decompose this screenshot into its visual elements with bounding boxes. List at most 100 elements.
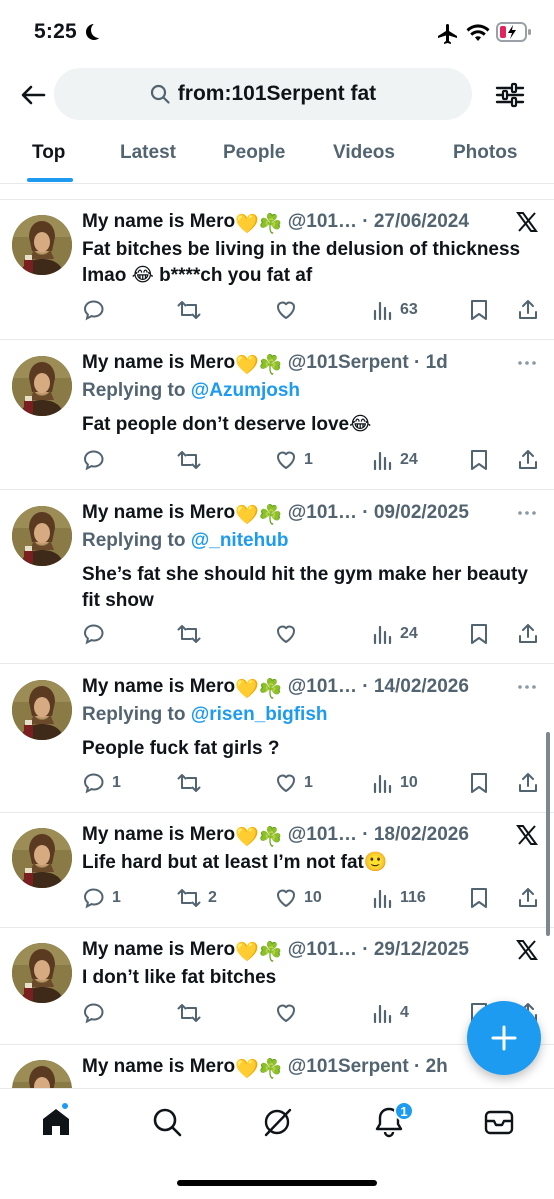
avatar[interactable]: [12, 943, 72, 1003]
tab-latest[interactable]: Latest: [120, 142, 176, 164]
tweet-item[interactable]: My name is Mero💛☘️ @101… · 09/02/2025 Re…: [0, 489, 554, 663]
like-button[interactable]: 1: [274, 445, 313, 475]
reply-button[interactable]: 1: [82, 768, 121, 798]
tweet-item[interactable]: My name is Mero💛☘️ @101… · 14/02/2026 Re…: [0, 663, 554, 812]
retweet-icon: [176, 448, 202, 472]
mention-link[interactable]: @Azumjosh: [191, 380, 300, 401]
display-name[interactable]: My name is Mero: [82, 939, 235, 960]
search-input[interactable]: from:101Serpent fat: [54, 68, 472, 120]
handle[interactable]: @101Serpent: [288, 352, 409, 373]
messages-icon[interactable]: [482, 1105, 516, 1139]
bookmark-button[interactable]: [468, 768, 490, 798]
tweet-feed[interactable]: My name is Mero💛☘️ @101… · 27/06/2024 Fa…: [0, 184, 554, 1088]
avatar[interactable]: [12, 506, 72, 566]
like-button[interactable]: [274, 998, 304, 1028]
handle[interactable]: @101…: [288, 939, 357, 960]
retweet-button[interactable]: [176, 619, 208, 649]
bookmark-button[interactable]: [468, 445, 490, 475]
avatar[interactable]: [12, 1060, 72, 1088]
reply-button[interactable]: [82, 445, 112, 475]
share-icon: [516, 771, 540, 795]
views-button[interactable]: 116: [372, 883, 426, 913]
more-icon[interactable]: [516, 502, 538, 530]
views-icon: [372, 1002, 394, 1024]
bookmark-button[interactable]: [468, 883, 490, 913]
reply-button[interactable]: [82, 619, 112, 649]
x-logo-icon[interactable]: [516, 211, 538, 239]
handle[interactable]: @101…: [288, 824, 357, 845]
mention-link[interactable]: @risen_bigfish: [191, 704, 328, 725]
retweet-button[interactable]: [176, 768, 208, 798]
tweet-item[interactable]: My name is Mero💛☘️ @101… · 18/02/2026 Li…: [0, 812, 554, 927]
handle[interactable]: @101…: [288, 502, 357, 523]
display-name[interactable]: My name is Mero: [82, 824, 235, 845]
tweet-header: My name is Mero💛☘️ @101Serpent · 2h: [82, 1056, 448, 1080]
views-button[interactable]: 63: [372, 295, 418, 325]
reply-button[interactable]: [82, 295, 112, 325]
avatar[interactable]: [12, 680, 72, 740]
timestamp: 2h: [425, 1056, 448, 1077]
avatar[interactable]: [12, 356, 72, 416]
like-button[interactable]: [274, 295, 304, 325]
more-icon[interactable]: [516, 352, 538, 380]
retweet-button[interactable]: 2: [176, 883, 217, 913]
reply-button[interactable]: [82, 998, 112, 1028]
x-logo-icon[interactable]: [516, 824, 538, 852]
tab-photos[interactable]: Photos: [453, 142, 517, 164]
like-button[interactable]: 1: [274, 768, 313, 798]
feed-scrollbar[interactable]: [546, 732, 550, 936]
avatar[interactable]: [12, 828, 72, 888]
like-button[interactable]: [274, 619, 304, 649]
tweet-actions: 1 1 10: [82, 768, 538, 798]
x-logo-icon[interactable]: [516, 939, 538, 967]
tweet-item[interactable]: My name is Mero💛☘️ @101Serpent · 1d Repl…: [0, 339, 554, 489]
like-button[interactable]: 10: [274, 883, 322, 913]
views-button[interactable]: 4: [372, 998, 409, 1028]
reply-icon: [82, 448, 106, 472]
views-button[interactable]: 10: [372, 768, 418, 798]
home-icon[interactable]: [39, 1105, 73, 1139]
retweet-button[interactable]: [176, 445, 208, 475]
retweet-count: 2: [208, 889, 217, 906]
filter-sliders-icon[interactable]: [494, 79, 526, 111]
compose-button[interactable]: [467, 1001, 541, 1075]
share-button[interactable]: [516, 445, 540, 475]
share-button[interactable]: [516, 883, 540, 913]
grok-icon[interactable]: [260, 1105, 294, 1139]
reply-button[interactable]: 1: [82, 883, 121, 913]
handle[interactable]: @101…: [288, 676, 357, 697]
retweet-button[interactable]: [176, 295, 208, 325]
display-name[interactable]: My name is Mero: [82, 352, 235, 373]
tweet-text: People fuck fat girls ?: [82, 738, 280, 759]
display-name[interactable]: My name is Mero: [82, 1056, 235, 1077]
back-arrow-icon[interactable]: [18, 80, 48, 110]
handle[interactable]: @101Serpent: [288, 1056, 409, 1077]
bookmark-button[interactable]: [468, 295, 490, 325]
tweet-actions: 1 2 10 116: [82, 883, 538, 913]
display-name[interactable]: My name is Mero: [82, 502, 235, 523]
tweet-actions: 24: [82, 619, 538, 649]
display-name[interactable]: My name is Mero: [82, 211, 235, 232]
share-button[interactable]: [516, 295, 540, 325]
bookmark-button[interactable]: [468, 619, 490, 649]
tweet-item[interactable]: My name is Mero💛☘️ @101… · 27/06/2024 Fa…: [0, 199, 554, 339]
tab-top[interactable]: Top: [32, 142, 65, 164]
display-name[interactable]: My name is Mero: [82, 676, 235, 697]
views-button[interactable]: 24: [372, 619, 418, 649]
tab-people[interactable]: People: [223, 142, 285, 164]
tweet-header: My name is Mero💛☘️ @101… · 14/02/2026: [82, 676, 538, 702]
mention-link[interactable]: @_nitehub: [191, 530, 289, 551]
views-button[interactable]: 24: [372, 445, 418, 475]
battery-charging-icon: [496, 22, 531, 42]
tab-videos[interactable]: Videos: [333, 142, 395, 164]
avatar[interactable]: [12, 215, 72, 275]
share-button[interactable]: [516, 768, 540, 798]
retweet-button[interactable]: [176, 998, 208, 1028]
tweet-text: Life hard but at least I’m not fat🙂: [82, 852, 388, 873]
search-nav-icon[interactable]: [150, 1105, 184, 1139]
handle[interactable]: @101…: [288, 211, 357, 232]
tweet-actions: 1 24: [82, 445, 538, 475]
like-count: 10: [304, 889, 322, 906]
more-icon[interactable]: [516, 676, 538, 704]
share-button[interactable]: [516, 619, 540, 649]
